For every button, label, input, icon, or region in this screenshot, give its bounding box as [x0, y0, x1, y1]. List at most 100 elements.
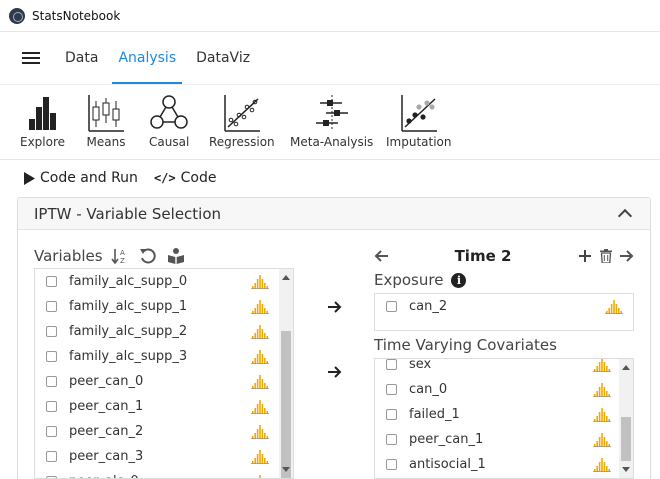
covariates-scrollbar[interactable]: [619, 359, 633, 478]
distribution-icon: [593, 432, 611, 447]
checkbox[interactable]: [386, 409, 397, 420]
imputation-tool-button[interactable]: Imputation: [386, 93, 452, 149]
scroll-up-arrow-icon[interactable]: [622, 365, 630, 370]
tool-label: Causal: [149, 135, 190, 149]
checkbox[interactable]: [46, 301, 57, 312]
list-item[interactable]: sex: [375, 358, 619, 377]
bar-chart-icon: [28, 97, 56, 130]
list-item[interactable]: family_alc_supp_2: [35, 319, 293, 344]
scroll-up-arrow-icon[interactable]: [282, 275, 290, 280]
code-icon: </>: [153, 171, 176, 185]
panel-title: IPTW - Variable Selection: [34, 204, 222, 223]
checkbox[interactable]: [386, 359, 397, 370]
time-label: Time 2: [454, 247, 512, 265]
time-navigator: Time 2: [374, 245, 634, 267]
previous-time-arrow-icon[interactable]: [374, 250, 388, 262]
list-item[interactable]: family_alc_supp_3: [35, 344, 293, 369]
list-item[interactable]: peer_can_1: [375, 427, 619, 452]
scroll-down-arrow-icon[interactable]: [622, 467, 630, 472]
boxplot-icon: [88, 95, 124, 132]
variables-header: Variables A Z: [34, 245, 195, 267]
checkbox[interactable]: [46, 276, 57, 287]
meta-analysis-tool-button[interactable]: Meta-Analysis: [290, 93, 373, 149]
exposure-list[interactable]: can_2: [374, 293, 634, 331]
scrollbar-thumb[interactable]: [281, 331, 291, 478]
hamburger-menu-icon[interactable]: [22, 51, 40, 65]
checkbox[interactable]: [386, 301, 397, 312]
code-and-run-label: Code and Run: [40, 170, 138, 186]
list-item[interactable]: peer_alc_0: [35, 469, 293, 478]
variable-name: peer_can_2: [69, 424, 144, 439]
means-tool-button[interactable]: Means: [86, 93, 126, 149]
scrollbar-thumb[interactable]: [621, 417, 631, 461]
variable-name: family_alc_supp_2: [69, 324, 188, 339]
list-item[interactable]: family_alc_supp_1: [35, 294, 293, 319]
code-and-run-button[interactable]: Code and Run: [24, 170, 138, 186]
checkbox[interactable]: [46, 426, 57, 437]
scroll-down-arrow-icon[interactable]: [282, 467, 290, 472]
variable-name: antisocial_1: [409, 457, 486, 472]
tool-label: Meta-Analysis: [290, 135, 374, 149]
checkbox[interactable]: [46, 351, 57, 362]
distribution-icon: [593, 457, 611, 472]
variable-name: family_alc_supp_0: [69, 274, 188, 289]
list-item[interactable]: peer_can_0: [35, 369, 293, 394]
list-item[interactable]: can_2: [375, 294, 633, 319]
distribution-icon: [593, 382, 611, 397]
checkbox[interactable]: [386, 384, 397, 395]
list-item[interactable]: can_0: [375, 377, 619, 402]
regression-tool-button[interactable]: Regression: [209, 93, 275, 149]
panel-header[interactable]: IPTW - Variable Selection: [18, 198, 650, 230]
distribution-icon: [251, 424, 269, 439]
checkbox[interactable]: [46, 401, 57, 412]
tab-analysis[interactable]: Analysis: [112, 32, 182, 84]
tool-label: Regression: [209, 135, 275, 149]
tab-data[interactable]: Data: [65, 32, 98, 84]
tool-label: Explore: [20, 135, 66, 149]
checkbox[interactable]: [386, 434, 397, 445]
next-time-arrow-icon[interactable]: [620, 250, 634, 262]
causal-graph-icon: [150, 95, 188, 129]
covariates-label: Time Varying Covariates: [374, 336, 557, 354]
move-to-exposure-arrow-icon[interactable]: [328, 301, 342, 313]
list-item[interactable]: peer_can_3: [35, 444, 293, 469]
list-item[interactable]: failed_1: [375, 402, 619, 427]
info-icon[interactable]: i: [451, 272, 467, 288]
move-to-covariates-arrow-icon[interactable]: [328, 366, 342, 378]
list-item[interactable]: family_alc_supp_0: [35, 269, 293, 294]
top-nav: Data Analysis DataViz: [0, 32, 660, 84]
sort-az-icon[interactable]: A Z: [110, 247, 129, 265]
checkbox[interactable]: [46, 326, 57, 337]
causal-tool-button[interactable]: Causal: [149, 93, 189, 149]
variable-name: peer_can_1: [409, 432, 484, 447]
list-item[interactable]: peer_can_2: [35, 419, 293, 444]
book-reader-icon[interactable]: [167, 247, 185, 265]
distribution-icon: [251, 399, 269, 414]
list-item[interactable]: antisocial_1: [375, 452, 619, 477]
add-time-plus-icon[interactable]: [578, 249, 592, 263]
variable-name: peer_can_1: [69, 399, 144, 414]
covariates-header: Time Varying Covariates: [374, 336, 557, 354]
covariates-list[interactable]: sex can_0 failed_1 peer_can_1 antisocial…: [374, 358, 634, 479]
variables-list[interactable]: family_alc_supp_0 family_alc_supp_1 fami…: [34, 268, 294, 479]
exposure-header: Exposure i: [374, 271, 467, 289]
reset-icon[interactable]: [139, 247, 157, 265]
distribution-icon: [251, 349, 269, 364]
list-item[interactable]: peer_can_1: [35, 394, 293, 419]
distribution-icon: [593, 359, 611, 372]
checkbox[interactable]: [386, 459, 397, 470]
delete-time-trash-icon[interactable]: [600, 249, 612, 263]
distribution-icon: [251, 274, 269, 289]
chevron-up-icon[interactable]: [617, 208, 633, 224]
code-button[interactable]: </> Code: [154, 170, 217, 186]
checkbox[interactable]: [46, 451, 57, 462]
explore-tool-button[interactable]: Explore: [20, 93, 65, 149]
window-title: StatsNotebook: [32, 8, 121, 23]
variable-name: sex: [409, 358, 432, 372]
variable-name: family_alc_supp_1: [69, 299, 188, 314]
variable-name: can_2: [409, 299, 448, 314]
checkbox[interactable]: [46, 376, 57, 387]
variable-name: peer_can_0: [69, 374, 144, 389]
tab-dataviz[interactable]: DataViz: [196, 32, 250, 84]
variables-scrollbar[interactable]: [279, 269, 293, 478]
